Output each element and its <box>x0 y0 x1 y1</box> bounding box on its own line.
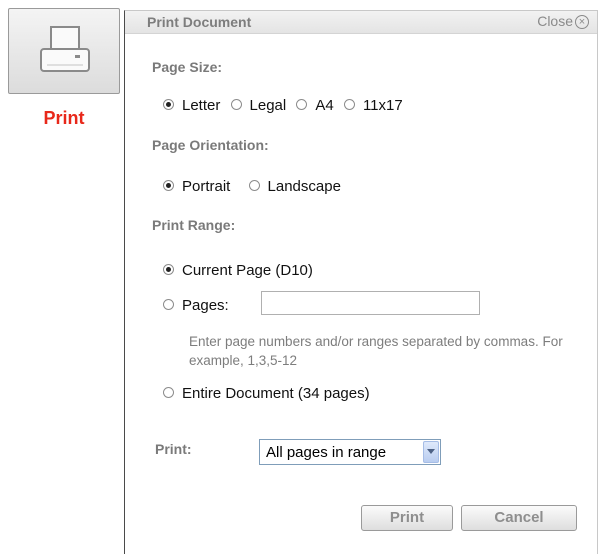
printer-icon <box>40 26 90 72</box>
orientation-options: Portrait Landscape <box>163 178 347 195</box>
close-label: Close <box>537 13 573 29</box>
print-select-label: Print: <box>155 441 192 457</box>
close-button[interactable]: Close × <box>537 13 589 29</box>
radio-button[interactable] <box>296 99 308 110</box>
radio-button[interactable] <box>230 99 242 110</box>
range-entire-document[interactable]: Entire Document (34 pages) <box>163 385 370 402</box>
print-tool-label: Print <box>43 108 85 128</box>
print-range-heading: Print Range: <box>152 217 236 233</box>
dialog-titlebar: Print Document Close × <box>125 11 597 34</box>
orientation-landscape[interactable]: Landscape <box>248 178 341 195</box>
orientation-heading: Page Orientation: <box>152 137 269 153</box>
radio-button[interactable] <box>163 387 174 398</box>
range-pages[interactable]: Pages: <box>163 297 229 314</box>
page-size-letter[interactable]: Letter <box>163 97 220 114</box>
page-size-heading: Page Size: <box>152 59 223 75</box>
print-dialog: Print Document Close × Page Size: Letter … <box>124 10 598 554</box>
radio-button[interactable] <box>163 299 174 310</box>
print-select-value: All pages in range <box>266 444 387 461</box>
pages-hint: Enter page numbers and/or ranges separat… <box>189 334 563 368</box>
radio-button[interactable] <box>163 99 174 110</box>
page-size-legal[interactable]: Legal <box>230 97 286 114</box>
pages-input[interactable] <box>261 291 480 315</box>
radio-button[interactable] <box>343 99 355 110</box>
range-current-page[interactable]: Current Page (D10) <box>163 262 313 279</box>
radio-button[interactable] <box>248 180 260 191</box>
chevron-down-icon[interactable] <box>423 441 439 463</box>
orientation-portrait[interactable]: Portrait <box>163 178 230 195</box>
page-size-options: Letter Legal A4 11x17 <box>163 97 409 114</box>
print-select-dropdown[interactable]: All pages in range <box>259 439 441 465</box>
print-tool-button[interactable] <box>8 8 120 94</box>
radio-button[interactable] <box>163 264 174 275</box>
close-icon[interactable]: × <box>575 15 589 29</box>
page-size-a4[interactable]: A4 <box>296 97 334 114</box>
dialog-title: Print Document <box>147 14 252 30</box>
page-size-11x17[interactable]: 11x17 <box>343 97 403 114</box>
radio-button[interactable] <box>163 180 174 191</box>
cancel-button[interactable]: Cancel <box>461 505 577 531</box>
print-button[interactable]: Print <box>361 505 453 531</box>
